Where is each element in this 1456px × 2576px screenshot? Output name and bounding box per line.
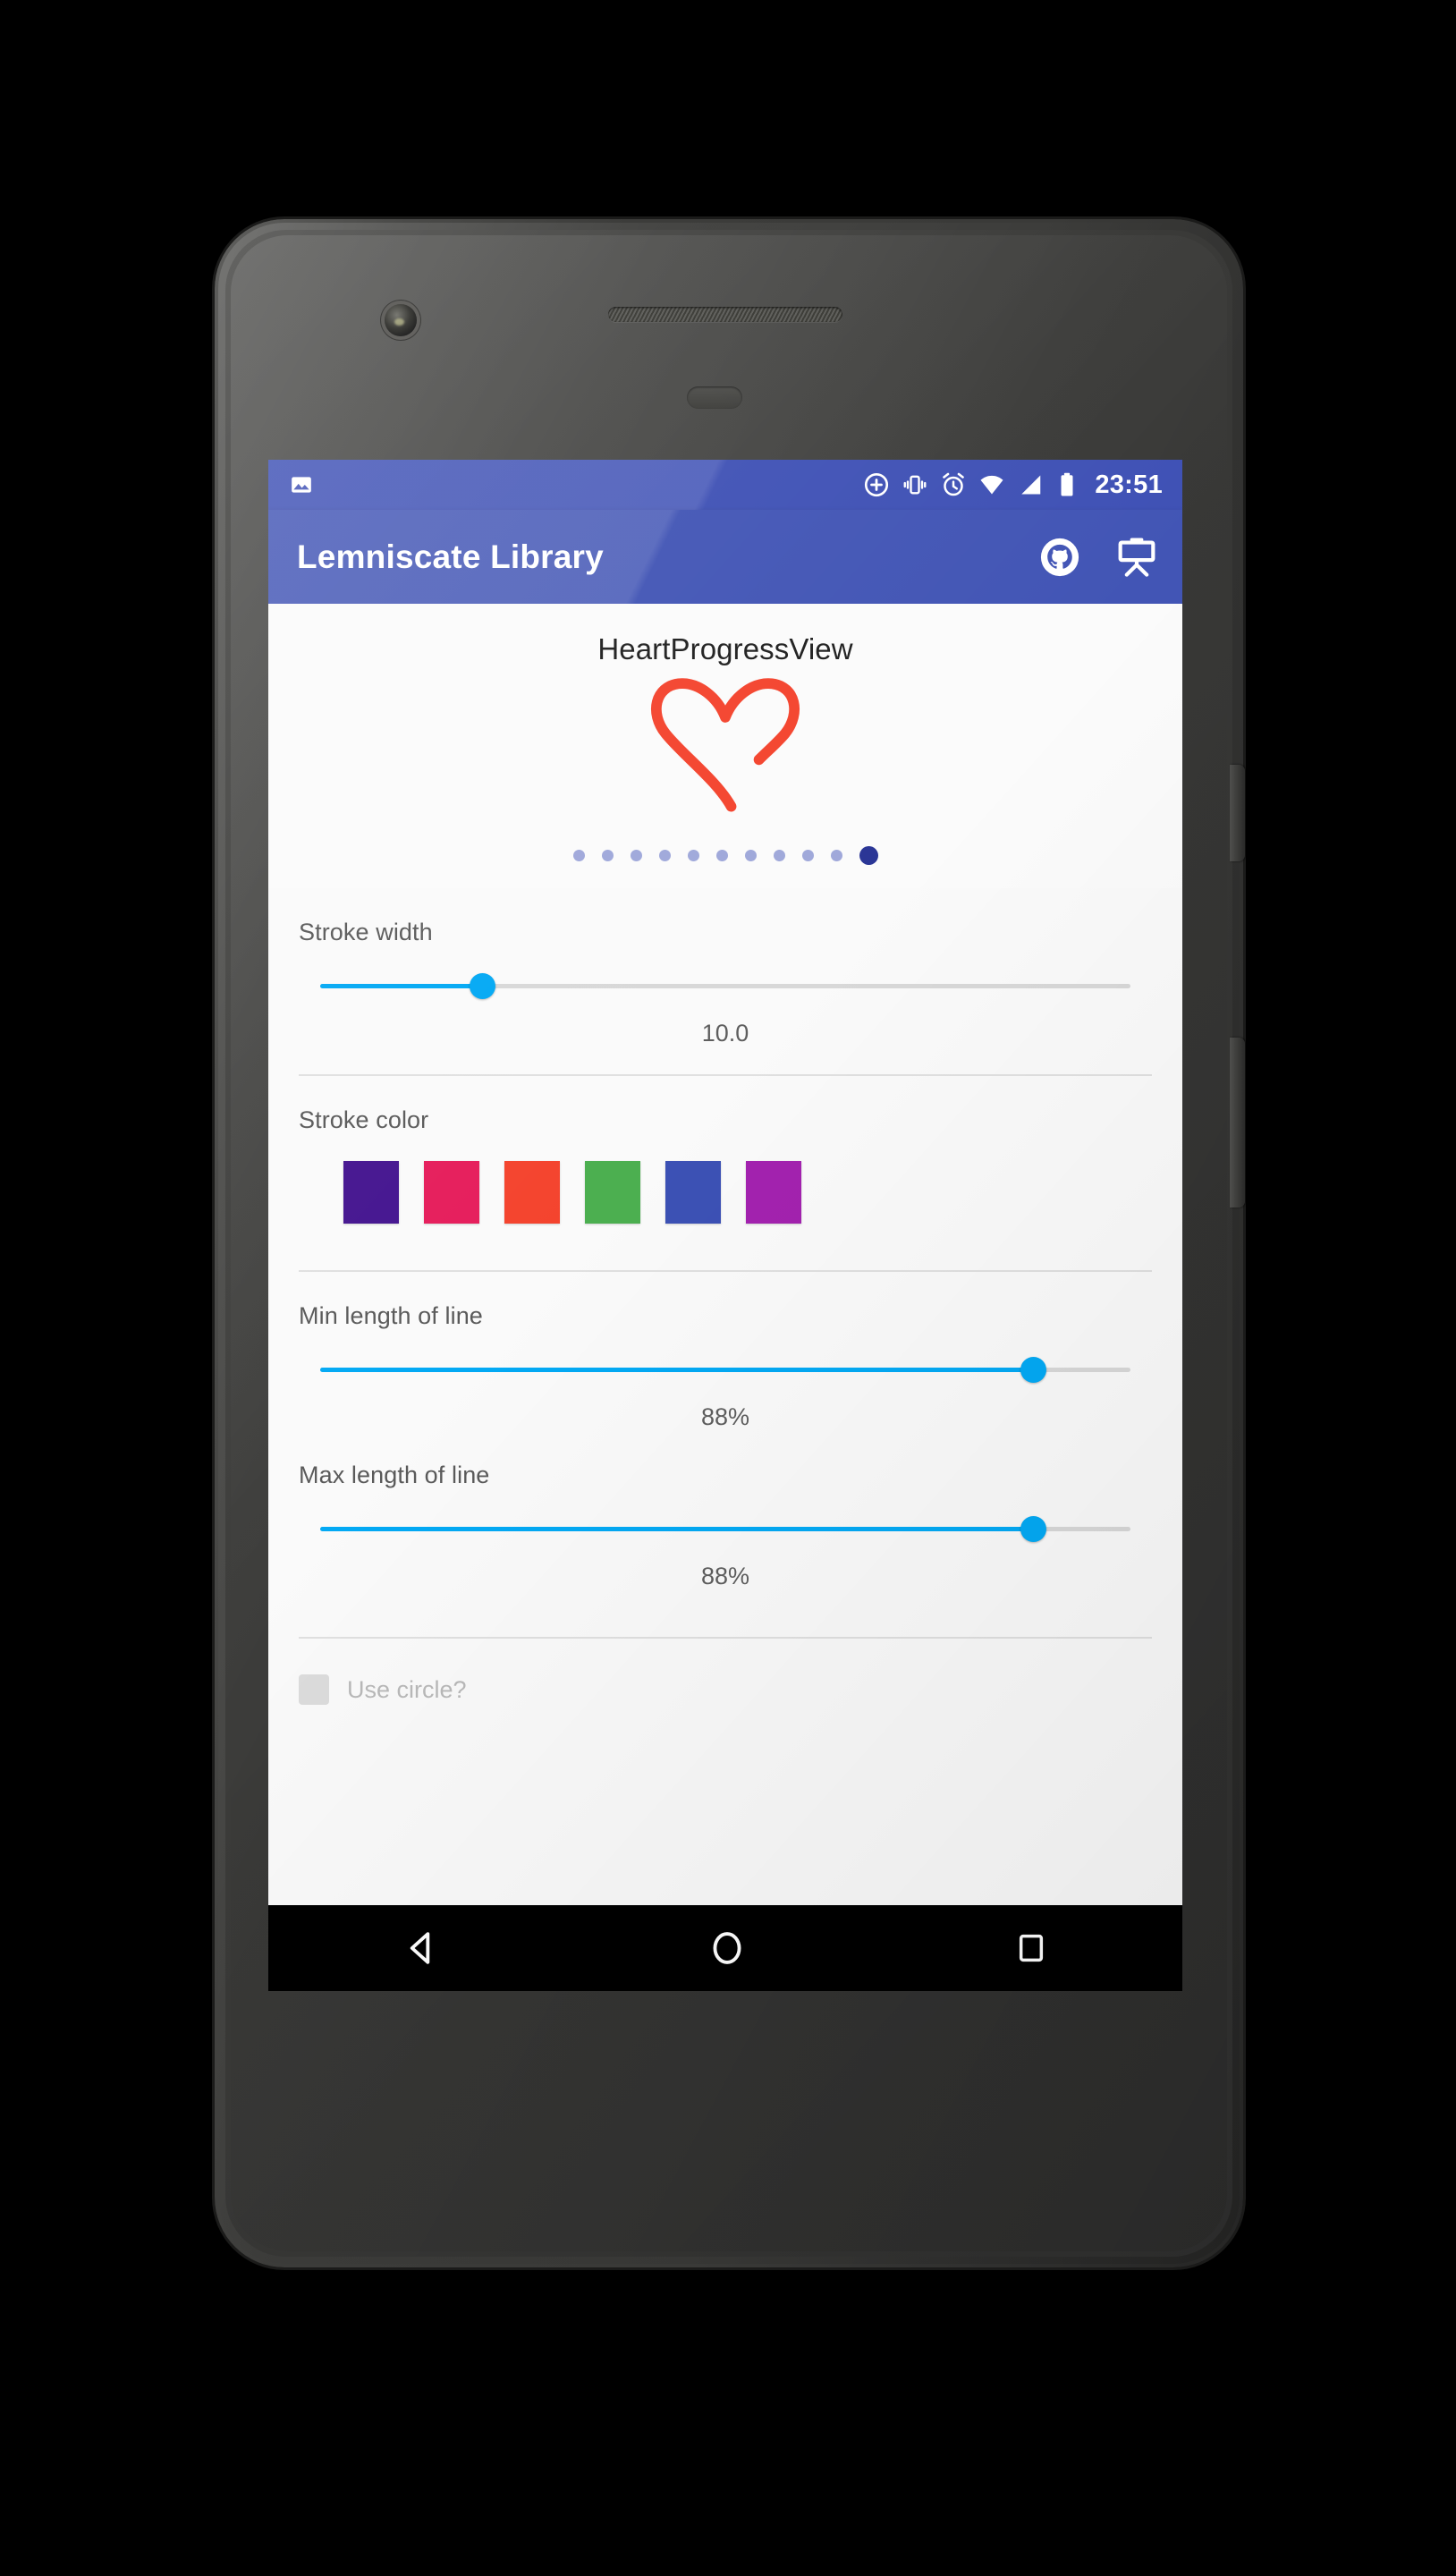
presentation-icon[interactable] — [1114, 535, 1159, 580]
checkbox-icon[interactable] — [299, 1674, 329, 1705]
nav-recents-button[interactable] — [1013, 1930, 1049, 1966]
stroke-color-label: Stroke color — [299, 1106, 429, 1133]
min-length-slider-row: 88% — [299, 1335, 1152, 1431]
pager-dot[interactable] — [830, 850, 842, 861]
status-bar-icons: 23:51 — [863, 470, 1163, 500]
pager-dot[interactable] — [801, 850, 814, 861]
slider-thumb[interactable] — [1020, 1516, 1047, 1542]
earpiece-speaker — [608, 307, 842, 322]
status-bar-notifications — [290, 473, 313, 496]
heart-icon — [650, 678, 800, 812]
pager-dot[interactable] — [715, 850, 728, 861]
stroke-width-slider-row: 10.0 — [299, 952, 1152, 1047]
slider-fill — [320, 1527, 1034, 1531]
github-icon[interactable] — [1039, 537, 1080, 578]
android-nav-bar — [268, 1905, 1182, 1991]
slider-thumb[interactable] — [1020, 1357, 1047, 1383]
front-camera-icon — [385, 304, 417, 336]
add-circle-icon — [865, 472, 889, 497]
slider-thumb[interactable] — [470, 973, 496, 999]
app-title: Lemniscate Library — [297, 538, 604, 575]
pager-dot-active[interactable] — [859, 846, 878, 865]
swatch-magenta[interactable] — [746, 1161, 801, 1224]
phone-screen: 23:51 Lemniscate Library HeartProgressVi… — [268, 460, 1182, 1991]
max-length-slider-row: 88% — [299, 1495, 1152, 1590]
max-length-label: Max length of line — [299, 1462, 490, 1488]
swatch-red[interactable] — [504, 1161, 560, 1224]
pager-dots[interactable] — [268, 846, 1182, 865]
app-bar-actions — [1039, 535, 1159, 580]
sensor-pill — [687, 386, 742, 409]
stroke-width-slider[interactable] — [320, 971, 1130, 1000]
slider-fill — [320, 984, 483, 988]
pager-dot[interactable] — [572, 850, 585, 861]
swatch-deep-purple[interactable] — [343, 1161, 399, 1224]
swatch-pink[interactable] — [424, 1161, 479, 1224]
wifi-icon — [980, 475, 1003, 495]
pager-dot[interactable] — [687, 850, 699, 861]
setting-bottom-option[interactable]: Use circle? — [268, 1639, 1182, 1705]
max-length-slider[interactable] — [320, 1514, 1130, 1543]
signal-icon — [1021, 475, 1041, 495]
volume-button[interactable] — [1230, 1038, 1245, 1208]
min-length-value: 88% — [700, 1403, 750, 1430]
max-length-value: 88% — [700, 1563, 750, 1589]
power-button[interactable] — [1230, 765, 1245, 861]
status-bar-time: 23:51 — [1095, 470, 1163, 499]
swatch-indigo[interactable] — [665, 1161, 721, 1224]
screenshot-stage: 23:51 Lemniscate Library HeartProgressVi… — [0, 0, 1456, 2576]
swatch-green[interactable] — [585, 1161, 640, 1224]
pager-dot[interactable] — [773, 850, 785, 861]
preview-title: HeartProgressView — [597, 632, 853, 665]
stroke-width-value: 10.0 — [701, 1020, 749, 1046]
pager-dot[interactable] — [601, 850, 614, 861]
setting-min-length: Min length of line 88% — [268, 1272, 1182, 1431]
battery-icon — [1061, 472, 1073, 496]
status-bar: 23:51 — [268, 460, 1182, 510]
alarm-icon — [943, 472, 965, 496]
image-icon — [292, 477, 311, 493]
bottom-option-label: Use circle? — [347, 1675, 467, 1703]
setting-max-length: Max length of line 88% — [268, 1431, 1182, 1590]
pager-dot[interactable] — [630, 850, 642, 861]
nav-back-button[interactable] — [402, 1928, 441, 1968]
min-length-label: Min length of line — [299, 1302, 483, 1329]
preview-card: HeartProgressView — [268, 604, 1182, 890]
settings-list: Stroke width 10.0 Stroke color Min lengt… — [268, 888, 1182, 1705]
slider-fill — [320, 1368, 1034, 1372]
app-bar: Lemniscate Library — [268, 510, 1182, 604]
min-length-slider[interactable] — [320, 1355, 1130, 1384]
nav-home-button[interactable] — [707, 1928, 747, 1968]
settings-scroll-area[interactable]: Stroke width 10.0 Stroke color Min lengt… — [268, 888, 1182, 1905]
setting-stroke-width: Stroke width 10.0 — [268, 888, 1182, 1047]
vibrate-icon — [903, 475, 927, 495]
stroke-color-swatches[interactable] — [299, 1140, 1152, 1224]
stroke-width-label: Stroke width — [299, 919, 433, 945]
pager-dot[interactable] — [658, 850, 671, 861]
heart-progress-view[interactable] — [268, 678, 1182, 812]
setting-stroke-color: Stroke color — [268, 1076, 1182, 1224]
pager-dot[interactable] — [744, 850, 757, 861]
